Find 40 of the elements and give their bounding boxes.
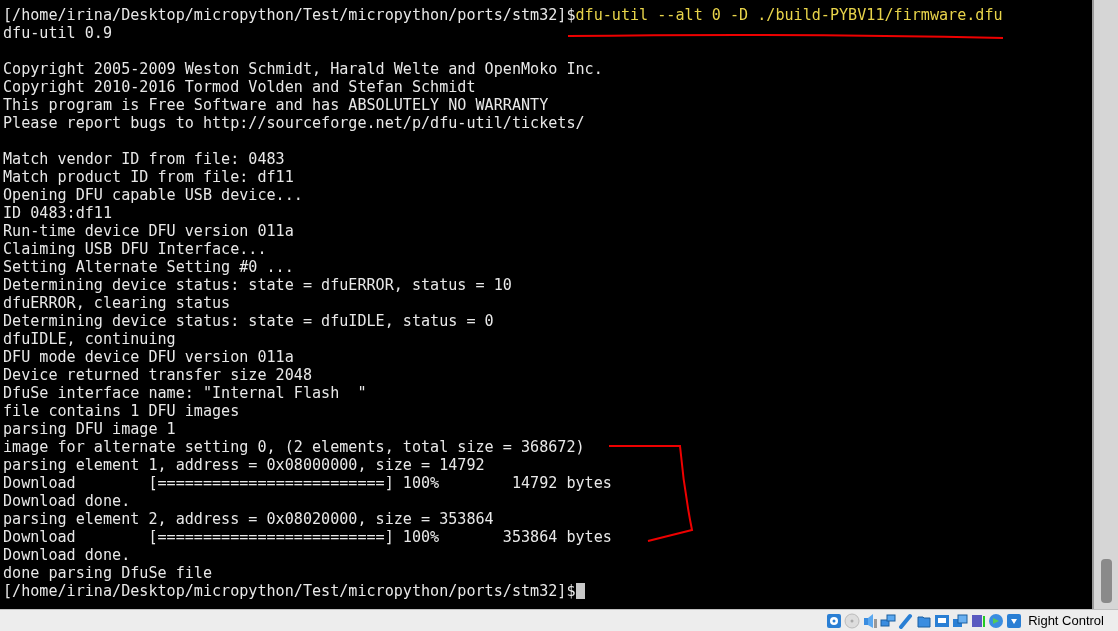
output-line: dfuIDLE, continuing <box>3 330 176 348</box>
output-line: DFU mode device DFU version 011a <box>3 348 294 366</box>
output-line: Download [=========================] 100% 14792 bytes <box>3 474 612 492</box>
output-line: parsing element 2, address = 0x08020000, size = 353864 <box>3 510 494 528</box>
output-line: ID 0483:df11 <box>3 204 113 222</box>
output-line: Claiming USB DFU Interface... <box>3 240 267 258</box>
output-line: Download done. <box>3 492 131 510</box>
output-line: parsing DFU image 1 <box>3 420 176 438</box>
output-line: Run-time device DFU version 011a <box>3 222 294 240</box>
output-line: This program is Free Software and has ABSOLUTELY NO WARRANTY <box>3 96 549 114</box>
output-line: Opening DFU capable USB device... <box>3 186 303 204</box>
output-line: DfuSe interface name: "Internal Flash " <box>3 384 367 402</box>
output-line: file contains 1 DFU images <box>3 402 240 420</box>
output-line: Match vendor ID from file: 0483 <box>3 150 285 168</box>
shell-prompt: [/home/irina/Desktop/micropython/Test/micropython/ports/stm32]$ <box>3 582 576 600</box>
download-icon[interactable] <box>1006 612 1023 629</box>
output-line: parsing element 1, address = 0x08000000, size = 14792 <box>3 456 485 474</box>
output-line: Download done. <box>3 546 131 564</box>
shell-prompt: [/home/irina/Desktop/micropython/Test/micropython/ports/stm32]$ <box>3 6 576 24</box>
command-text: dfu-util --alt 0 -D ./build-PYBV11/firmware.dfu <box>575 6 1003 24</box>
text-cursor <box>575 583 585 599</box>
host-key-label: Right Control <box>1028 613 1104 628</box>
output-line: done parsing DfuSe file <box>3 564 212 582</box>
output-line: Match product ID from file: df11 <box>3 168 294 186</box>
output-line: dfuERROR, clearing status <box>3 294 231 312</box>
output-line: Setting Alternate Setting #0 ... <box>3 258 294 276</box>
output-line: Copyright 2010-2016 Tormod Volden and Stefan Schmidt <box>3 78 476 96</box>
output-line: Device returned transfer size 2048 <box>3 366 312 384</box>
display-icon[interactable] <box>934 612 951 629</box>
scrollbar[interactable] <box>1092 0 1118 609</box>
output-line: Determining device status: state = dfuERROR, status = 10 <box>3 276 512 294</box>
output-line: Download [=========================] 100% 353864 bytes <box>3 528 612 546</box>
output-line: image for alternate setting 0, (2 elements, total size = 368672) <box>3 438 585 456</box>
speaker-icon[interactable] <box>862 612 879 629</box>
output-line: Copyright 2005-2009 Weston Schmidt, Harald Welte and OpenMoko Inc. <box>3 60 603 78</box>
output-line: dfu-util 0.9 <box>3 24 113 42</box>
output-line: Please report bugs to http://sourceforge.net/p/dfu-util/tickets/ <box>3 114 585 132</box>
network-icon[interactable] <box>880 612 897 629</box>
output-line: Determining device status: state = dfuIDLE, status = 0 <box>3 312 494 330</box>
screens-icon[interactable] <box>952 612 969 629</box>
